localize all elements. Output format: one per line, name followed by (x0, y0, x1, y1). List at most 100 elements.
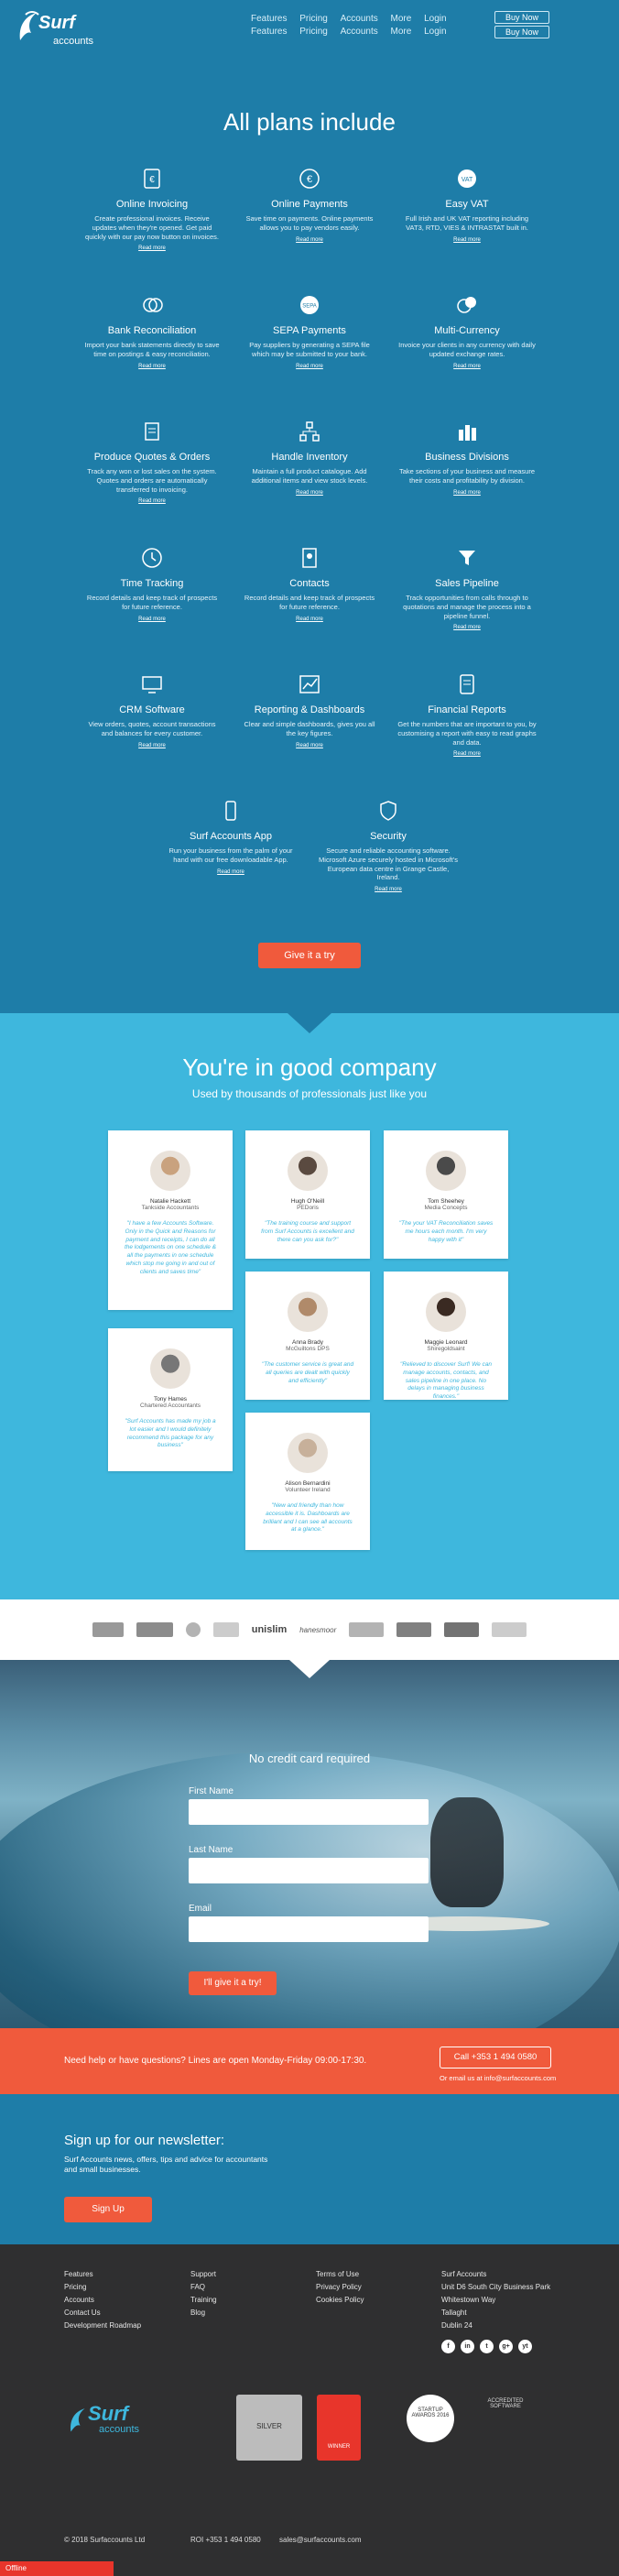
chart-icon (299, 673, 320, 695)
feature-row: CRM Software View orders, quotes, account… (0, 673, 619, 800)
feature-title: Handle Inventory (271, 452, 348, 463)
read-more-link[interactable]: Read more (73, 498, 231, 504)
testimonial-name: Alison Bernardini (285, 1480, 331, 1487)
footer-link[interactable]: Training (190, 2294, 217, 2307)
footer-link[interactable]: Terms of Use (316, 2268, 364, 2281)
partner-logo (396, 1622, 432, 1637)
svg-text:€: € (307, 174, 312, 185)
read-more-link[interactable]: Read more (388, 751, 546, 757)
feature-description: Get the numbers that are important to yo… (397, 720, 537, 747)
newsletter-signup-button[interactable]: Sign Up (64, 2197, 152, 2222)
nav-login[interactable]: Login (424, 14, 446, 24)
youtube-icon[interactable]: yt (518, 2340, 532, 2353)
surf-accounts-logo[interactable]: Surf accounts (16, 7, 108, 49)
footer-logo[interactable]: Surf accounts (68, 2402, 141, 2448)
footer-logo-brand: Surf (88, 2402, 128, 2425)
footer-col-product: Features Pricing Accounts Contact Us Dev… (64, 2268, 141, 2332)
testimonial-card: Maggie Leonard Shiregoldsaint "Relieved to… (384, 1272, 508, 1400)
footer-link[interactable]: FAQ (190, 2281, 217, 2294)
feature-title: Contacts (289, 578, 330, 589)
last-name-input[interactable] (189, 1858, 429, 1883)
footer-email[interactable]: sales@surfaccounts.com (279, 2536, 362, 2544)
first-name-input[interactable] (189, 1799, 429, 1825)
clock-icon (141, 547, 163, 569)
read-more-link[interactable]: Read more (231, 364, 388, 369)
feature-item: Multi-Currency Invoice your clients in an… (388, 294, 546, 420)
linkedin-icon[interactable]: in (461, 2340, 474, 2353)
buy-now-button[interactable]: Buy Now (494, 11, 549, 24)
footer-phone[interactable]: ROI +353 1 494 0580 (190, 2536, 261, 2544)
read-more-link[interactable]: Read more (73, 364, 231, 369)
read-more-link[interactable]: Read more (231, 617, 388, 622)
winner-award-badge: WINNER (317, 2395, 361, 2461)
read-more-link[interactable]: Read more (231, 490, 388, 496)
contacts-icon (299, 547, 320, 569)
footer-link[interactable]: Accounts (64, 2294, 141, 2307)
read-more-link[interactable]: Read more (73, 246, 231, 251)
ill-give-it-a-try-button[interactable]: I'll give it a try! (189, 1971, 277, 1995)
crm-icon (141, 673, 163, 695)
footer-link[interactable]: Features (64, 2268, 141, 2281)
footer-link[interactable]: Contact Us (64, 2307, 141, 2319)
feature-description: Run your business from the palm of your … (168, 846, 293, 864)
wave-logo-icon (71, 2408, 85, 2432)
social-links: f in t g+ yt (441, 2340, 532, 2353)
feature-title: Sales Pipeline (435, 578, 499, 589)
call-button[interactable]: Call +353 1 494 0580 (440, 2047, 551, 2068)
nav-features[interactable]: Features (251, 14, 287, 24)
read-more-link[interactable]: Read more (388, 490, 546, 496)
avatar (288, 1292, 328, 1332)
nav-features-2[interactable]: Features (251, 27, 287, 37)
footer-link[interactable]: Cookies Policy (316, 2294, 364, 2307)
facebook-icon[interactable]: f (441, 2340, 455, 2353)
nav-more[interactable]: More (391, 14, 412, 24)
feature-title: Online Invoicing (115, 199, 189, 210)
footer-link[interactable]: Development Roadmap (64, 2319, 141, 2332)
feature-description: Record details and keep track of prospec… (244, 594, 375, 611)
read-more-link[interactable]: Read more (73, 617, 231, 622)
feature-item: VAT Easy VAT Full Irish and UK VAT reporti… (388, 168, 546, 294)
read-more-link[interactable]: Read more (152, 869, 310, 875)
testimonial-company: Tankside Accountants (141, 1205, 200, 1211)
read-more-link[interactable]: Read more (388, 625, 546, 630)
footer-link[interactable]: Privacy Policy (316, 2281, 364, 2294)
feature-description: Maintain a full product catalogue. Add a… (251, 467, 368, 485)
nav-accounts[interactable]: Accounts (341, 14, 378, 24)
email-input[interactable] (189, 1916, 429, 1942)
all-plans-section: All plans include € Online Invoicing Creat… (0, 59, 619, 1033)
read-more-link[interactable]: Read more (231, 743, 388, 748)
feature-title: Financial Reports (428, 704, 506, 715)
email-link[interactable]: Or email us at info@surfaccounts.com (440, 2074, 556, 2082)
feature-item: Produce Quotes & Orders Track any won or … (73, 420, 231, 547)
nav-login-2[interactable]: Login (424, 27, 446, 37)
feature-item: € Online Payments Save time on payments. O… (231, 168, 388, 294)
footer-link[interactable]: Support (190, 2268, 217, 2281)
feature-title: Easy VAT (445, 199, 489, 210)
testimonial-card: Alison Bernardini Volunteer Ireland "New a… (245, 1413, 370, 1550)
read-more-link[interactable]: Read more (73, 743, 231, 748)
buy-now-button-2[interactable]: Buy Now (494, 26, 549, 38)
testimonial-company: Volunteer Ireland (285, 1487, 331, 1493)
nav-pricing[interactable]: Pricing (299, 14, 328, 24)
footer-link[interactable]: Blog (190, 2307, 217, 2319)
offline-indicator[interactable]: Offline (0, 2561, 114, 2576)
nav-more-2[interactable]: More (391, 27, 412, 37)
partner-logo (444, 1622, 480, 1637)
company-title: You're in good company (182, 1053, 437, 1081)
nav-accounts-2[interactable]: Accounts (341, 27, 378, 37)
feature-item: Financial Reports Get the numbers that ar… (388, 673, 546, 800)
phone-icon (220, 800, 242, 822)
funnel-icon (456, 547, 478, 569)
twitter-icon[interactable]: t (480, 2340, 494, 2353)
feature-description: View orders, quotes, account transaction… (88, 720, 216, 737)
give-it-a-try-button[interactable]: Give it a try (258, 943, 361, 968)
footer-link[interactable]: Pricing (64, 2281, 141, 2294)
read-more-link[interactable]: Read more (388, 364, 546, 369)
nav-pricing-2[interactable]: Pricing (299, 27, 328, 37)
address-line: Surf Accounts (441, 2270, 487, 2278)
read-more-link[interactable]: Read more (388, 237, 546, 243)
googleplus-icon[interactable]: g+ (499, 2340, 513, 2353)
read-more-link[interactable]: Read more (231, 237, 388, 243)
feature-item: Business Divisions Take sections of your … (388, 420, 546, 547)
read-more-link[interactable]: Read more (310, 887, 467, 892)
